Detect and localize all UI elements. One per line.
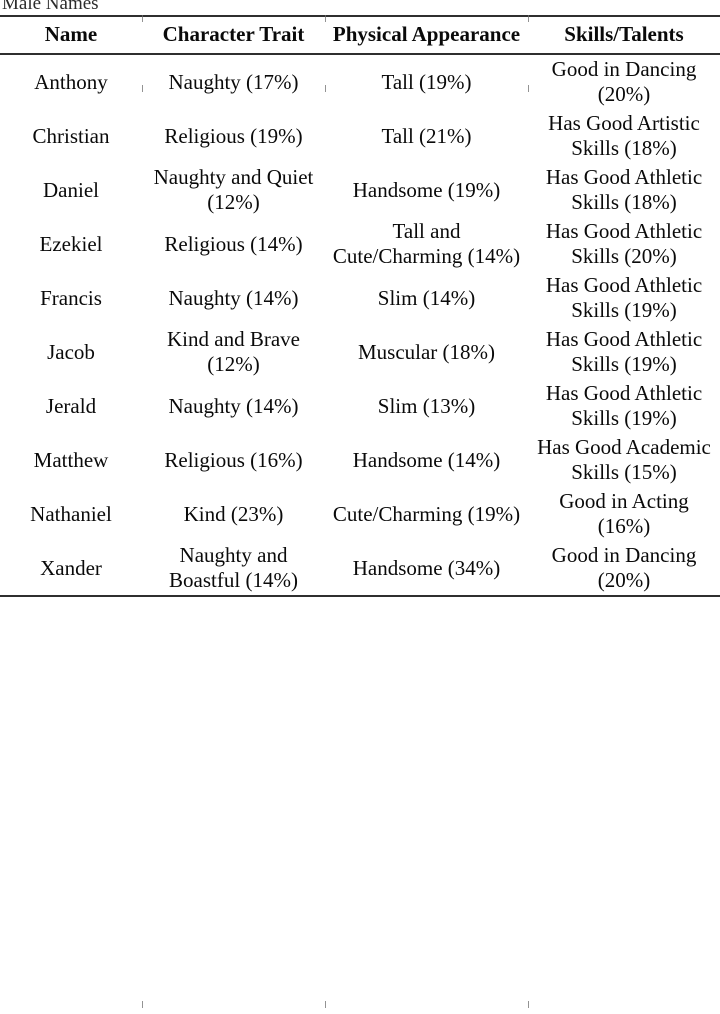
table-row: Christian Religious (19%) Tall (21%) Has… bbox=[0, 109, 720, 163]
cell-physical-appearance: Handsome (19%) bbox=[352, 177, 501, 202]
table-row: Xander Naughty and Boastful (14%) Handso… bbox=[0, 541, 720, 597]
cell-skills-talents: Has Good Athletic Skills (19%) bbox=[545, 381, 703, 430]
cell-name: Anthony bbox=[34, 69, 108, 94]
table-row: Nathaniel Kind (23%) Cute/Charming (19%)… bbox=[0, 487, 720, 541]
table-row: Daniel Naughty and Quiet (12%) Handsome … bbox=[0, 163, 720, 217]
table-row: Anthony Naughty (17%) Tall (19%) Good in… bbox=[0, 54, 720, 109]
cell-character-trait: Religious (16%) bbox=[164, 447, 303, 472]
cell-character-trait: Religious (14%) bbox=[164, 231, 303, 256]
cell-physical-appearance: Slim (13%) bbox=[377, 393, 476, 418]
table-row: Ezekiel Religious (14%) Tall and Cute/Ch… bbox=[0, 217, 720, 271]
cell-physical-appearance: Handsome (14%) bbox=[352, 447, 501, 472]
cell-name: Matthew bbox=[33, 447, 109, 472]
male-names-table: Name Character Trait Physical Appearance… bbox=[0, 15, 720, 597]
cell-skills-talents: Has Good Athletic Skills (19%) bbox=[545, 273, 703, 322]
table-row: Jerald Naughty (14%) Slim (13%) Has Good… bbox=[0, 379, 720, 433]
table-caption: Male Names bbox=[0, 0, 720, 15]
cell-character-trait: Naughty and Quiet (12%) bbox=[153, 165, 314, 214]
table-header: Name Character Trait Physical Appearance… bbox=[0, 15, 720, 55]
cell-character-trait: Naughty (14%) bbox=[168, 285, 299, 310]
cell-character-trait: Naughty and Boastful (14%) bbox=[142, 541, 325, 597]
cell-name: Jacob bbox=[47, 339, 95, 364]
table-body: Anthony Naughty (17%) Tall (19%) Good in… bbox=[0, 54, 720, 597]
cell-character-trait: Naughty (14%) bbox=[168, 393, 299, 418]
bottom-rule-column-ticks bbox=[0, 1001, 720, 1008]
cell-physical-appearance: Cute/Charming (19%) bbox=[332, 501, 521, 526]
cell-skills-talents: Has Good Athletic Skills (19%) bbox=[545, 327, 703, 376]
cell-name: Christian bbox=[32, 123, 110, 148]
cell-physical-appearance: Slim (14%) bbox=[377, 285, 476, 310]
cell-skills-talents: Good in Acting (16%) bbox=[559, 489, 689, 538]
table-caption-text: Male Names bbox=[2, 0, 99, 14]
cell-physical-appearance: Tall (19%) bbox=[381, 69, 472, 94]
column-header-skills-talents: Skills/Talents bbox=[528, 15, 720, 55]
table-row: Jacob Kind and Brave (12%) Muscular (18%… bbox=[0, 325, 720, 379]
cell-physical-appearance: Handsome (34%) bbox=[325, 541, 528, 597]
cell-name: Xander bbox=[0, 541, 142, 597]
cell-name: Nathaniel bbox=[30, 501, 112, 526]
cell-name: Francis bbox=[40, 285, 102, 310]
cell-character-trait: Naughty (17%) bbox=[168, 69, 299, 94]
cell-skills-talents: Good in Dancing (20%) bbox=[551, 57, 697, 106]
cell-skills-talents: Has Good Athletic Skills (20%) bbox=[545, 219, 703, 268]
table-row: Matthew Religious (16%) Handsome (14%) H… bbox=[0, 433, 720, 487]
table-row: Francis Naughty (14%) Slim (14%) Has Goo… bbox=[0, 271, 720, 325]
cell-skills-talents: Has Good Artistic Skills (18%) bbox=[548, 111, 700, 160]
cell-physical-appearance: Tall and Cute/Charming (14%) bbox=[332, 219, 521, 268]
cell-skills-talents: Has Good Athletic Skills (18%) bbox=[545, 165, 703, 214]
cell-skills-talents: Has Good Academic Skills (15%) bbox=[537, 435, 711, 484]
cell-character-trait: Religious (19%) bbox=[164, 123, 303, 148]
cell-skills-talents: Good in Dancing (20%) bbox=[528, 541, 720, 597]
cell-character-trait: Kind (23%) bbox=[183, 501, 284, 526]
cell-name: Daniel bbox=[43, 177, 99, 202]
table-header-row: Name Character Trait Physical Appearance… bbox=[0, 15, 720, 55]
cell-physical-appearance: Muscular (18%) bbox=[357, 339, 496, 364]
cell-character-trait: Kind and Brave (12%) bbox=[167, 327, 300, 376]
cell-name: Ezekiel bbox=[39, 231, 103, 256]
column-header-character-trait: Character Trait bbox=[142, 15, 325, 55]
column-header-name: Name bbox=[0, 15, 142, 55]
column-header-physical-appearance: Physical Appearance bbox=[325, 15, 528, 55]
cell-name: Jerald bbox=[45, 393, 97, 418]
document-page: Male Names Name Character Trait Physical… bbox=[0, 0, 720, 1014]
cell-physical-appearance: Tall (21%) bbox=[381, 123, 472, 148]
